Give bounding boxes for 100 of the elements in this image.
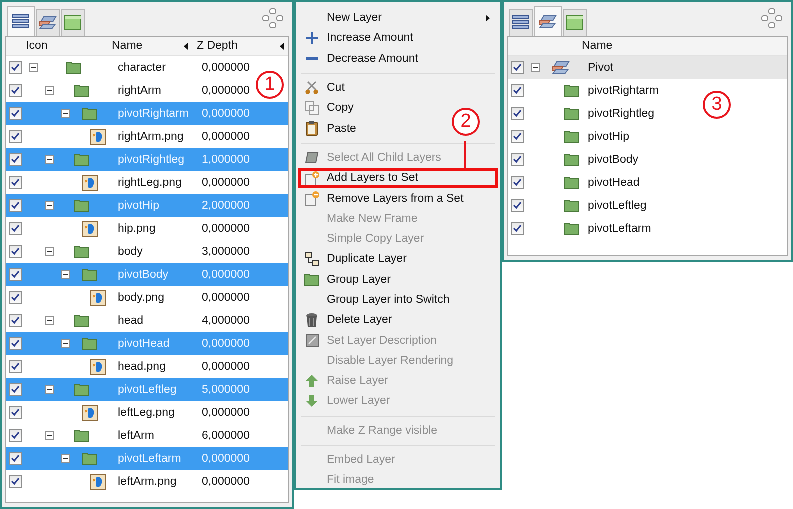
layer-row[interactable]: body 3,000000 bbox=[6, 240, 250, 263]
panel-tab[interactable] bbox=[534, 6, 562, 36]
expand-toggle[interactable] bbox=[45, 316, 54, 325]
visibility-checkbox[interactable] bbox=[511, 153, 524, 166]
scissors-icon bbox=[305, 81, 319, 96]
column-title[interactable]: Icon bbox=[26, 40, 48, 52]
column-title[interactable]: Name bbox=[582, 40, 613, 52]
leader-line bbox=[464, 141, 466, 169]
layer-name: Pivot bbox=[588, 62, 614, 74]
layer-row[interactable]: hip.png 0,000000 bbox=[6, 217, 250, 240]
expand-toggle[interactable] bbox=[45, 201, 54, 210]
visibility-checkbox[interactable] bbox=[511, 61, 524, 74]
visibility-checkbox[interactable] bbox=[9, 176, 22, 189]
panel-tab[interactable] bbox=[36, 9, 60, 36]
layer-row[interactable]: leftArm 6,000000 bbox=[6, 424, 250, 447]
visibility-checkbox[interactable] bbox=[9, 406, 22, 419]
expand-toggle[interactable] bbox=[531, 63, 540, 72]
visibility-checkbox[interactable] bbox=[9, 84, 22, 97]
visibility-checkbox[interactable] bbox=[9, 291, 22, 304]
expand-toggle[interactable] bbox=[29, 63, 38, 72]
visibility-checkbox[interactable] bbox=[9, 107, 22, 120]
set-row[interactable]: pivotLeftleg bbox=[508, 194, 647, 217]
expand-toggle[interactable] bbox=[61, 454, 70, 463]
panel-tab[interactable] bbox=[509, 9, 533, 36]
visibility-checkbox[interactable] bbox=[9, 383, 22, 396]
set-row[interactable]: pivotRightarm bbox=[508, 79, 659, 102]
visibility-checkbox[interactable] bbox=[9, 337, 22, 350]
layer-name: rightLeg.png bbox=[118, 176, 183, 188]
column-title[interactable]: Name bbox=[112, 40, 143, 52]
folder-icon bbox=[74, 199, 90, 212]
layer-row[interactable]: rightArm 0,000000 bbox=[6, 79, 250, 102]
visibility-checkbox[interactable] bbox=[9, 61, 22, 74]
menu-item[interactable]: Copy bbox=[298, 98, 358, 118]
visibility-checkbox[interactable] bbox=[9, 199, 22, 212]
menu-item[interactable]: Duplicate Layer bbox=[298, 249, 411, 270]
menu-item[interactable]: Add Layers to Set bbox=[298, 168, 498, 188]
menu-item[interactable]: Cut bbox=[298, 78, 349, 98]
visibility-checkbox[interactable] bbox=[511, 84, 524, 97]
folder-icon bbox=[66, 61, 82, 74]
folder-icon bbox=[82, 452, 98, 465]
folder-icon bbox=[304, 273, 320, 286]
visibility-checkbox[interactable] bbox=[9, 475, 22, 488]
sort-arrow-icon[interactable] bbox=[184, 42, 188, 50]
layer-row[interactable]: leftLeg.png 0,000000 bbox=[6, 401, 250, 424]
panel-tab[interactable] bbox=[7, 6, 35, 36]
layer-row[interactable]: rightLeg.png 0,000000 bbox=[6, 171, 250, 194]
visibility-checkbox[interactable] bbox=[9, 429, 22, 442]
set-row[interactable]: Pivot bbox=[508, 56, 787, 79]
panel-tab[interactable] bbox=[563, 9, 587, 36]
folder-icon bbox=[564, 130, 580, 143]
layer-name: pivotLeftleg bbox=[118, 384, 178, 396]
layer-row[interactable]: leftArm.png 0,000000 bbox=[6, 470, 250, 493]
drag-handle-icon[interactable] bbox=[760, 8, 784, 30]
layer-row[interactable]: character 0,000000 bbox=[6, 56, 250, 79]
menu-item[interactable]: Paste bbox=[298, 118, 360, 139]
expand-toggle[interactable] bbox=[45, 247, 54, 256]
expand-toggle[interactable] bbox=[45, 86, 54, 95]
set-row[interactable]: pivotHead bbox=[508, 171, 640, 194]
visibility-checkbox[interactable] bbox=[9, 268, 22, 281]
z-depth-value: 0,000000 bbox=[202, 62, 250, 74]
drag-handle-icon[interactable] bbox=[261, 8, 285, 30]
visibility-checkbox[interactable] bbox=[511, 176, 524, 189]
visibility-checkbox[interactable] bbox=[9, 245, 22, 258]
image-file-icon bbox=[82, 404, 98, 420]
menu-item[interactable]: Remove Layers from a Set bbox=[298, 188, 468, 209]
visibility-checkbox[interactable] bbox=[511, 107, 524, 120]
menu-item[interactable]: Decrease Amount bbox=[298, 48, 422, 69]
expand-toggle[interactable] bbox=[61, 339, 70, 348]
visibility-checkbox[interactable] bbox=[511, 130, 524, 143]
expand-toggle[interactable] bbox=[45, 155, 54, 164]
set-row[interactable]: pivotLeftarm bbox=[508, 217, 652, 240]
set-row[interactable]: pivotHip bbox=[508, 125, 630, 148]
column-title[interactable]: Z Depth bbox=[197, 40, 238, 52]
layer-row[interactable]: head.png 0,000000 bbox=[6, 355, 250, 378]
visibility-checkbox[interactable] bbox=[9, 222, 22, 235]
visibility-checkbox[interactable] bbox=[9, 360, 22, 373]
layer-row[interactable]: body.png 0,000000 bbox=[6, 286, 250, 309]
set-row[interactable]: pivotRightleg bbox=[508, 102, 654, 125]
expand-toggle[interactable] bbox=[61, 270, 70, 279]
layer-name: pivotBody bbox=[588, 154, 639, 166]
visibility-checkbox[interactable] bbox=[9, 130, 22, 143]
layer-row[interactable]: rightArm.png 0,000000 bbox=[6, 125, 250, 148]
menu-item[interactable]: Delete Layer bbox=[298, 310, 396, 330]
sort-arrow-icon[interactable] bbox=[280, 42, 284, 50]
expand-toggle[interactable] bbox=[45, 431, 54, 440]
visibility-checkbox[interactable] bbox=[511, 222, 524, 235]
menu-item[interactable]: Increase Amount bbox=[298, 28, 418, 49]
menu-item[interactable]: Group Layer bbox=[298, 270, 395, 290]
menu-item[interactable]: Group Layer into Switch bbox=[298, 290, 454, 310]
layer-name: body.png bbox=[118, 292, 166, 304]
layer-row[interactable]: head 4,000000 bbox=[6, 309, 250, 332]
set-row[interactable]: pivotBody bbox=[508, 148, 639, 171]
visibility-checkbox[interactable] bbox=[9, 153, 22, 166]
menu-item[interactable]: New Layer bbox=[298, 8, 498, 28]
visibility-checkbox[interactable] bbox=[9, 452, 22, 465]
visibility-checkbox[interactable] bbox=[9, 314, 22, 327]
expand-toggle[interactable] bbox=[61, 109, 70, 118]
panel-tab[interactable] bbox=[61, 9, 85, 36]
expand-toggle[interactable] bbox=[45, 385, 54, 394]
visibility-checkbox[interactable] bbox=[511, 199, 524, 212]
